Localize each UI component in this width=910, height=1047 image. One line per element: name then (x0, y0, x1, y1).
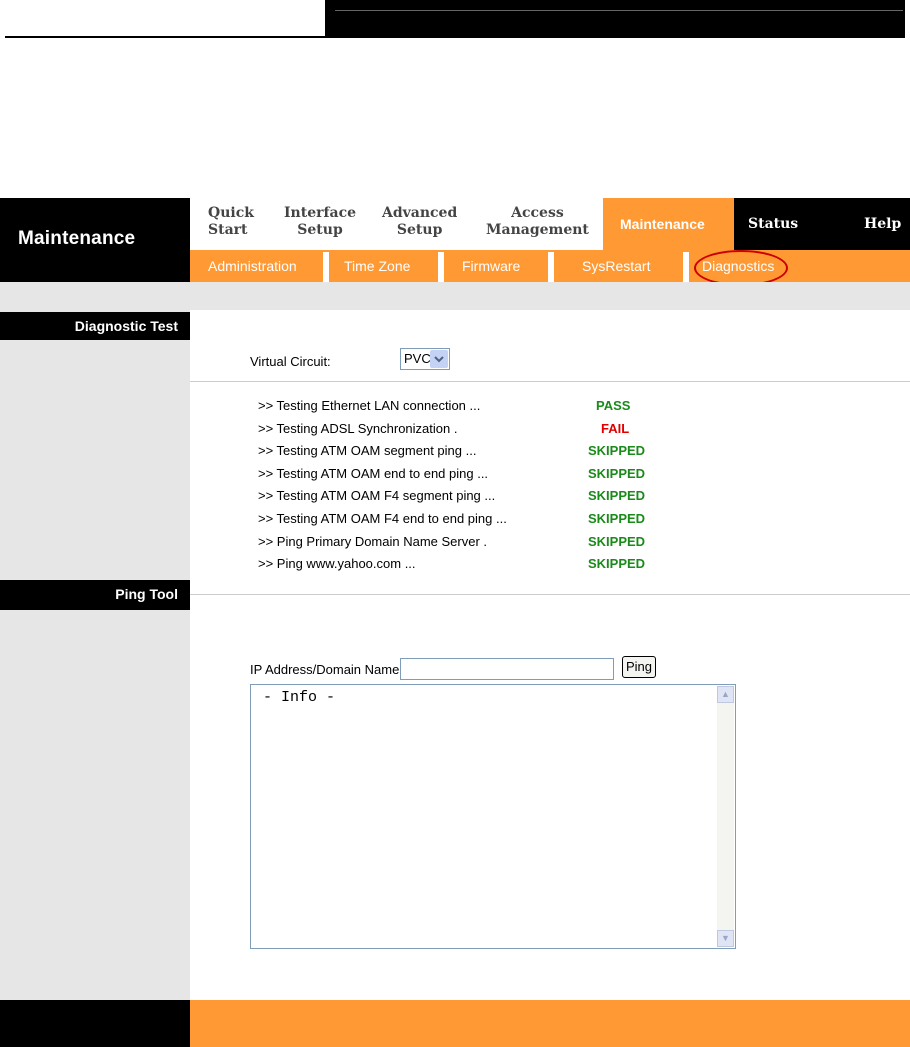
tab-quick-start[interactable]: Quick Start (208, 205, 254, 239)
section-ping-tool: Ping Tool (0, 580, 190, 610)
divider (190, 381, 910, 382)
header-rule (5, 36, 325, 38)
subnav-separator (438, 252, 444, 282)
test-result-badge: SKIPPED (588, 533, 646, 549)
test-result-badge: SKIPPED (588, 556, 646, 572)
virtual-circuit-label: Virtual Circuit: (250, 354, 331, 369)
info-textarea[interactable]: - Info - ▲ ▼ (250, 684, 736, 949)
scroll-up-icon[interactable]: ▲ (717, 686, 734, 703)
footer-bar (190, 1000, 910, 1047)
test-result-badge: SKIPPED (588, 488, 646, 504)
subnav-sysrestart[interactable]: SysRestart (582, 258, 650, 274)
section-title: Diagnostic Test (74, 318, 178, 334)
info-text: - Info - (263, 689, 336, 706)
test-result-badge: SKIPPED (588, 465, 646, 481)
left-column (0, 310, 190, 750)
test-name: >> Testing ATM OAM F4 segment ping ... (258, 488, 496, 504)
test-name: >> Testing ATM OAM end to end ping ... (258, 465, 489, 481)
scrollbar[interactable]: ▲ ▼ (717, 686, 734, 947)
tab-maintenance[interactable]: Maintenance (620, 216, 705, 233)
test-name: >> Testing Ethernet LAN connection ... (258, 398, 481, 413)
subnav-administration[interactable]: Administration (208, 258, 297, 274)
subnav-firmware[interactable]: Firmware (462, 258, 520, 274)
test-result-badge: SKIPPED (588, 511, 646, 526)
subnav-separator (683, 252, 689, 282)
test-result-badge: SKIPPED (588, 443, 646, 459)
test-name: >> Testing ADSL Synchronization . (258, 420, 458, 436)
test-name: >> Testing ATM OAM segment ping ... (258, 443, 477, 459)
left-column-lower (0, 750, 190, 1000)
subnav-separator (323, 252, 329, 282)
highlight-circle (694, 250, 788, 286)
header-black-bar (325, 0, 905, 38)
ip-address-label: IP Address/Domain Name: (250, 662, 403, 677)
ping-button[interactable]: Ping (622, 656, 656, 678)
gray-strip (0, 282, 910, 310)
header-inner-rule (335, 10, 903, 11)
test-result-badge: PASS (596, 398, 631, 413)
subnav-separator (548, 252, 554, 282)
brand-title: Maintenance (18, 228, 136, 249)
tab-interface-setup[interactable]: Interface Setup (284, 205, 356, 239)
virtual-circuit-select[interactable]: PVC0 (400, 348, 450, 370)
tab-advanced-setup[interactable]: Advanced Setup (382, 205, 457, 239)
footer-left (0, 1000, 190, 1047)
test-name: >> Ping www.yahoo.com ... (258, 556, 416, 572)
section-diagnostic-test: Diagnostic Test (0, 312, 190, 340)
test-result-badge: FAIL (601, 420, 630, 436)
divider (190, 594, 910, 595)
subnav-time-zone[interactable]: Time Zone (344, 258, 410, 274)
ip-address-input[interactable] (400, 658, 614, 680)
scroll-down-icon[interactable]: ▼ (717, 930, 734, 947)
section-title: Ping Tool (115, 586, 178, 602)
tab-access-management[interactable]: Access Management (486, 205, 589, 239)
chevron-down-icon[interactable] (430, 350, 448, 368)
tab-status[interactable]: Status (748, 216, 798, 233)
test-name: >> Ping Primary Domain Name Server . (258, 533, 488, 549)
tab-help[interactable]: Help (864, 216, 901, 233)
test-name: >> Testing ATM OAM F4 end to end ping ..… (258, 511, 507, 526)
